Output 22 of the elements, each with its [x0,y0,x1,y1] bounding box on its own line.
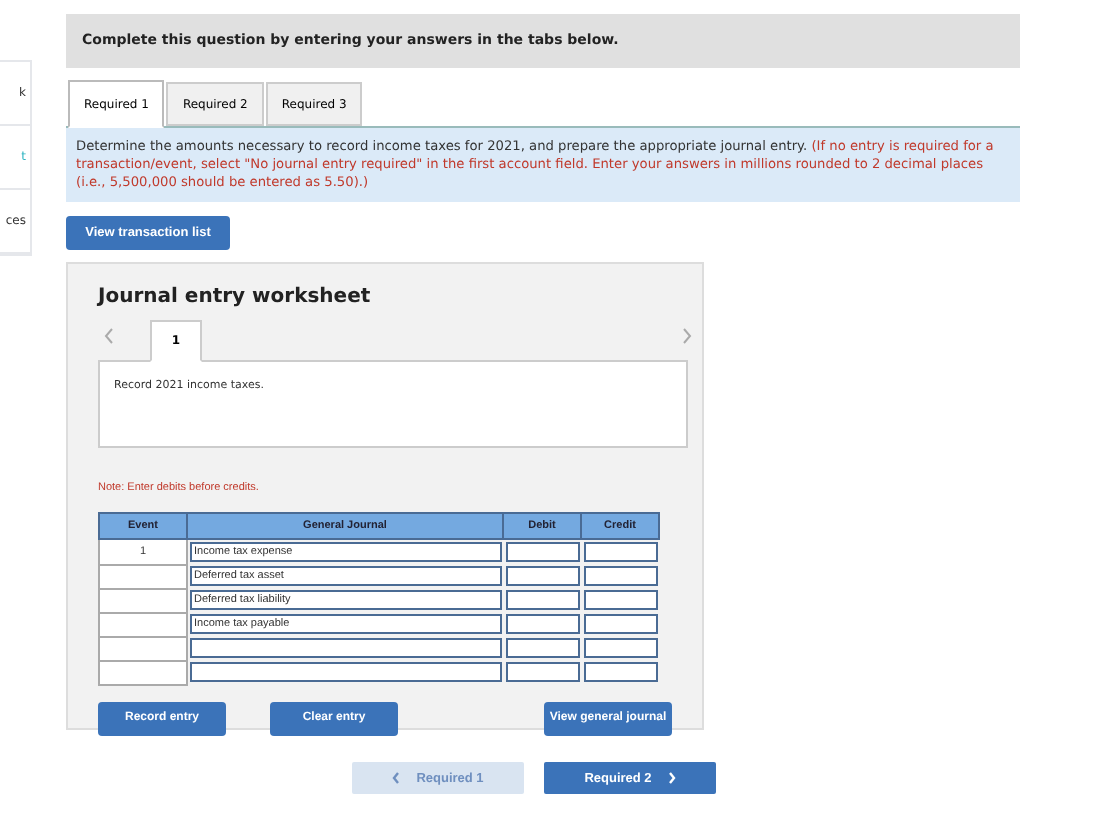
debit-field[interactable] [505,614,579,635]
event-cell [99,564,187,589]
event-cell [99,660,187,685]
account-field[interactable] [190,662,501,683]
event-cell [99,612,187,637]
event-cell [99,588,187,613]
debit-field[interactable] [505,542,579,563]
debit-field[interactable] [505,590,579,611]
event-cell [99,636,187,661]
chevron-left-icon [392,772,401,785]
chevron-right-icon [667,772,676,785]
credit-field[interactable] [583,542,657,563]
credit-field[interactable] [583,638,657,659]
account-field[interactable] [190,638,501,659]
credit-field[interactable] [583,590,657,611]
credit-field[interactable] [583,662,657,683]
debit-field[interactable] [505,638,579,659]
debit-field[interactable] [505,566,579,587]
worksheet-title: Journal entry worksheet [98,284,373,313]
credit-field[interactable] [583,566,657,587]
credit-field[interactable] [583,614,657,635]
debit-field[interactable] [505,662,579,683]
